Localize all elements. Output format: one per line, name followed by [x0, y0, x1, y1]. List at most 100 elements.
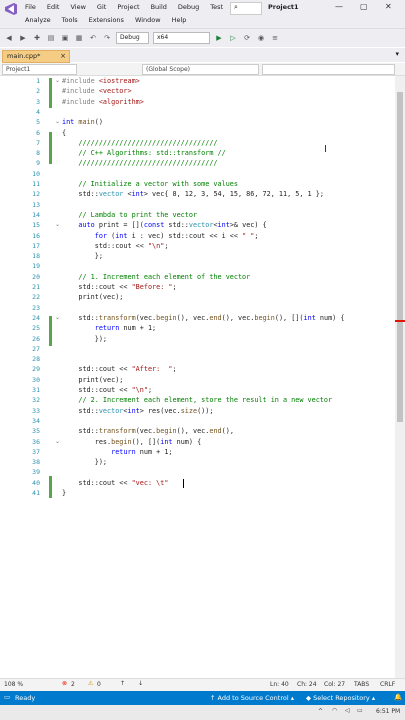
code-line[interactable]: // Lambda to print the vector — [62, 211, 197, 219]
tabs-indicator[interactable]: TABS — [354, 681, 369, 688]
back-icon[interactable]: ◀ — [4, 33, 14, 43]
status-ready: Ready — [15, 694, 36, 702]
code-line[interactable]: std::transform(vec.begin(), vec.end(), — [62, 427, 234, 435]
fold-toggle-icon[interactable]: ⌄ — [55, 118, 60, 125]
error-icon[interactable]: ⊗ — [62, 680, 67, 687]
battery-icon[interactable]: ▭ — [357, 707, 363, 714]
platform-select[interactable]: x64 — [153, 32, 210, 44]
next-issue-icon[interactable]: ↓ — [138, 680, 143, 687]
menu-item[interactable]: Analyze — [25, 16, 51, 24]
menu-item[interactable]: Git — [97, 3, 106, 11]
save-icon[interactable]: ▣ — [60, 33, 70, 43]
menu-item[interactable]: Build — [151, 3, 167, 11]
menu-item[interactable]: View — [70, 3, 85, 11]
tab-label: main.cpp* — [7, 52, 41, 60]
text-caret — [183, 478, 184, 488]
undo-icon[interactable]: ↶ — [88, 33, 98, 43]
code-line[interactable]: return num + 1; — [62, 448, 172, 456]
line-number: 4 — [36, 107, 40, 116]
code-line[interactable]: }; — [62, 252, 103, 260]
hot-reload-icon[interactable]: ⟳ — [242, 33, 252, 43]
menu-item[interactable]: Window — [135, 16, 161, 24]
close-icon[interactable]: ✕ — [385, 2, 392, 11]
code-line[interactable]: #include <iostream> — [62, 77, 140, 85]
code-line[interactable]: } — [62, 489, 66, 497]
code-line[interactable]: // 1. Increment each element of the vect… — [62, 273, 250, 281]
code-line[interactable]: // 2. Increment each element, store the … — [62, 396, 332, 404]
code-line[interactable]: ////////////////////////////////// — [62, 159, 217, 167]
forward-icon[interactable]: ▶ — [18, 33, 28, 43]
code-line[interactable]: std::cout << "\n"; — [62, 242, 169, 250]
clock[interactable]: 6:51 PM — [376, 708, 400, 715]
tray-chevron-icon[interactable]: ^ — [318, 708, 323, 715]
fold-toggle-icon[interactable]: ⌄ — [55, 314, 60, 321]
breakpoint-icon[interactable]: ◉ — [256, 33, 266, 43]
start-without-debug-icon[interactable]: ▷ — [228, 33, 238, 43]
scope-dropdown[interactable]: (Global Scope) — [142, 64, 259, 75]
code-line[interactable]: int main() — [62, 118, 103, 126]
tab-overflow-icon[interactable]: ▾ — [395, 50, 399, 58]
code-line[interactable]: std::cout << "After: "; — [62, 365, 176, 373]
notifications-icon[interactable]: 🔔 — [394, 693, 402, 701]
menu-item[interactable]: Extensions — [89, 16, 124, 24]
code-line[interactable]: #include <vector> — [62, 87, 132, 95]
fold-toggle-icon[interactable]: ⌄ — [55, 77, 60, 84]
configuration-select[interactable]: Debug — [116, 32, 149, 44]
redo-icon[interactable]: ↷ — [102, 33, 112, 43]
prev-issue-icon[interactable]: ↑ — [120, 680, 125, 687]
menu-item[interactable]: Test — [210, 3, 223, 11]
maximize-icon[interactable]: ▢ — [360, 2, 368, 11]
line-ending-indicator[interactable]: CRLF — [380, 681, 395, 688]
code-line[interactable]: res.begin(), [](int num) { — [62, 438, 201, 446]
code-line[interactable]: print(vec); — [62, 376, 123, 384]
select-repository-button[interactable]: ◆ Select Repository ▴ — [306, 694, 375, 702]
code-line[interactable]: for (int i : vec) std::cout << i << " "; — [62, 232, 259, 240]
code-line[interactable]: // Initialize a vector with some values — [62, 180, 238, 188]
code-line[interactable]: std::transform(vec.begin(), vec.end(), v… — [62, 314, 344, 322]
code-line[interactable]: std::vector<int> res(vec.size()); — [62, 407, 213, 415]
fold-toggle-icon[interactable]: ⌄ — [55, 221, 60, 228]
menu-item[interactable]: Tools — [62, 16, 78, 24]
menu-item[interactable]: Project — [117, 3, 139, 11]
toggle-comment-icon[interactable]: ≡ — [270, 33, 280, 43]
minimize-icon[interactable]: — — [335, 2, 343, 11]
tab-main-cpp[interactable]: main.cpp* × — [2, 50, 70, 63]
search-box[interactable]: ⌕ — [230, 2, 262, 15]
line-number: 10 — [32, 169, 40, 178]
wifi-icon[interactable]: ◠ — [332, 707, 337, 714]
close-tab-icon[interactable]: × — [60, 51, 66, 62]
menu-item[interactable]: Edit — [47, 3, 60, 11]
menu-item[interactable]: Help — [172, 16, 187, 24]
zoom-level[interactable]: 108 % — [4, 681, 23, 688]
project-dropdown[interactable]: Project1 — [2, 64, 77, 75]
warning-icon[interactable]: ⚠ — [88, 680, 93, 687]
code-line[interactable]: ////////////////////////////////// — [62, 139, 217, 147]
code-line[interactable]: #include <algorithm> — [62, 98, 144, 106]
add-source-control-button[interactable]: ↑ Add to Source Control ▴ — [210, 694, 294, 702]
open-icon[interactable]: ▤ — [46, 33, 56, 43]
menu-item[interactable]: Debug — [178, 3, 199, 11]
code-line[interactable]: std::vector <int> vec{ 8, 12, 3, 54, 15,… — [62, 190, 324, 198]
menu-bar-row1: File Edit View Git Project Build Debug Test — [25, 3, 234, 11]
menu-item[interactable]: File — [25, 3, 36, 11]
code-line[interactable]: std::cout << "\n"; — [62, 386, 152, 394]
member-dropdown[interactable] — [262, 64, 395, 75]
code-line[interactable]: }); — [62, 335, 107, 343]
code-line[interactable]: std::cout << "vec: \t" — [62, 479, 168, 487]
code-line[interactable]: std::cout << "Before: "; — [62, 283, 176, 291]
fold-toggle-icon[interactable]: ⌄ — [55, 438, 60, 445]
code-line[interactable]: return num + 1; — [62, 324, 156, 332]
code-line[interactable]: print(vec); — [62, 293, 123, 301]
code-line[interactable]: auto print = [](const std::vector<int>& … — [62, 221, 266, 229]
vertical-scrollbar[interactable] — [395, 76, 405, 678]
code-editor[interactable]: 1 #include <iostream> 2 #include <vector> 3 #… — [0, 76, 395, 678]
volume-icon[interactable]: ◁ — [345, 707, 350, 714]
code-line[interactable]: // C++ Algorithms: std::transform // — [62, 149, 225, 157]
new-project-icon[interactable]: ✚ — [32, 33, 42, 43]
start-debug-icon[interactable]: ▶ — [214, 33, 224, 43]
code-line[interactable]: }); — [62, 458, 107, 466]
code-line[interactable]: { — [62, 129, 66, 137]
line-indicator[interactable]: Ln: 40 — [270, 681, 289, 688]
scrollbar-thumb[interactable] — [397, 92, 403, 422]
save-all-icon[interactable]: ▦ — [74, 33, 84, 43]
